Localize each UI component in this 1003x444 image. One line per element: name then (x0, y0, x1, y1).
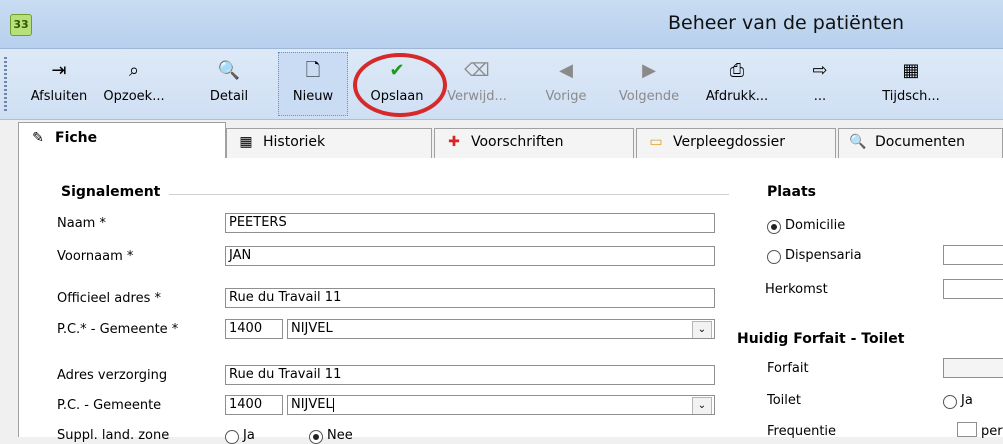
tab-label: Verpleegdossier (673, 134, 786, 150)
calendar-icon: ▦ (902, 60, 920, 81)
voornaam-label: Voornaam * (57, 249, 134, 264)
forfait-title: Huidig Forfait - Toilet (737, 331, 905, 347)
toolbar-button-label: Detail (209, 89, 249, 104)
chevron-down-icon[interactable]: ⌄ (692, 397, 712, 414)
toolbar-button-label: ... (813, 89, 827, 104)
toolbar-button-8[interactable]: ⎙ Afdrukk... (694, 53, 780, 117)
suppl-zone-label: Suppl. land. zone (57, 428, 170, 443)
eraser-icon: ⌫ (464, 60, 490, 81)
toolbar-button-3[interactable]: 🗋 Nieuw (278, 52, 348, 116)
dispensaria-label: Dispensaria (785, 248, 862, 263)
toolbar-button-1[interactable]: ⌕ Opzoek... (88, 53, 180, 117)
window-title: Beheer van de patiënten (668, 12, 905, 34)
toilet-label: Toilet (767, 393, 802, 408)
gemeente-verzorging-value: NIJVEL (291, 397, 333, 412)
printer-icon: ⎙ (729, 60, 745, 81)
edit-card-icon: ✎ (32, 130, 44, 146)
suppl-nee-radio[interactable] (309, 430, 323, 444)
toolbar-button-label: Nieuw (292, 89, 334, 104)
domicilie-radio[interactable] (767, 220, 781, 234)
folder-icon: ▭ (649, 134, 663, 150)
tab-strip: ✎ Fiche ▦ Historiek ✚ Voorschriften ▭ Verpleegd… (0, 120, 1003, 159)
adres-verzorging-input[interactable]: Rue du Travail 11 (225, 365, 715, 385)
frequentie-input[interactable] (957, 422, 977, 437)
binoculars-icon: ⌕ (128, 60, 140, 81)
tab-label: Voorschriften (471, 134, 564, 150)
toolbar-button-5[interactable]: ⌫ Verwijd... (442, 53, 512, 117)
toolbar-button-10[interactable]: ▦ Tijdsch... (862, 53, 960, 117)
gemeente-verzorging-select[interactable]: NIJVEL ⌄ (287, 395, 715, 415)
history-calendar-icon: ▦ (239, 134, 253, 150)
plaats-title: Plaats (767, 184, 816, 200)
herkomst-input[interactable] (943, 279, 1003, 299)
gemeente-select[interactable]: NIJVEL ⌄ (287, 319, 715, 339)
group-divider (169, 194, 729, 195)
medical-kit-icon: ✚ (448, 134, 460, 150)
text-caret (332, 397, 334, 412)
tab-4[interactable]: 🔍 Documenten (838, 128, 1003, 158)
toolbar: ⇥ Afsluiten ⌕ Opzoek... 🔍 Detail 🗋 Nieuw ✔ Opslaa… (0, 49, 1003, 120)
fiche-panel: Signalement Naam * PEETERS Voornaam * JA… (18, 158, 1003, 444)
toolbar-button-9[interactable]: ⇨... (784, 53, 856, 117)
tab-label: Fiche (55, 130, 98, 146)
arrow-right-icon: ▶ (642, 60, 656, 81)
officieel-adres-input[interactable]: Rue du Travail 11 (225, 288, 715, 308)
domicilie-label: Domicilie (785, 218, 846, 233)
gemeente-value: NIJVEL (291, 321, 333, 336)
toolbar-button-6[interactable]: ◀ Vorige (530, 53, 602, 117)
new-document-icon: 🗋 (305, 60, 321, 81)
tab-label: Documenten (875, 134, 966, 150)
forfait-label: Forfait (767, 361, 809, 376)
officieel-adres-label: Officieel adres * (57, 291, 161, 306)
toolbar-button-2[interactable]: 🔍 Detail (200, 53, 258, 117)
toilet-ja-label: Ja (961, 393, 973, 408)
toolbar-button-label: Opzoek... (103, 89, 165, 104)
toolbar-grip[interactable] (4, 57, 7, 113)
dispensaria-input[interactable] (943, 245, 1003, 265)
tab-2[interactable]: ✚ Voorschriften (434, 128, 634, 158)
suppl-ja-label: Ja (243, 428, 255, 443)
tab-1[interactable]: ▦ Historiek (226, 128, 432, 158)
toolbar-button-7[interactable]: ▶ Volgende (606, 53, 692, 117)
adres-verzorging-label: Adres verzorging (57, 368, 168, 383)
toolbar-button-label: Vorige (545, 89, 587, 104)
title-bar: 33 Beheer van de patiënten (0, 0, 1003, 49)
app-icon: 33 (10, 14, 32, 36)
postcode-input[interactable]: 1400 (225, 319, 283, 339)
toolbar-button-label: Volgende (618, 89, 680, 104)
pc-gemeente-verzorging-label: P.C. - Gemeente (57, 398, 162, 413)
suppl-ja-radio[interactable] (225, 430, 239, 444)
export-arrow-icon: ⇨ (812, 60, 828, 81)
arrow-left-icon: ◀ (559, 60, 573, 81)
herkomst-label: Herkomst (765, 282, 828, 297)
toolbar-button-label: Verwijd... (447, 89, 507, 104)
toolbar-button-label: Opslaan (370, 89, 424, 104)
tab-3[interactable]: ▭ Verpleegdossier (636, 128, 836, 158)
dispensaria-radio[interactable] (767, 250, 781, 264)
document-search-icon: 🔍 (849, 134, 867, 150)
magnifier-doc-icon: 🔍 (217, 60, 241, 81)
chevron-down-icon[interactable]: ⌄ (692, 321, 712, 338)
postcode-verzorging-input[interactable]: 1400 (225, 395, 283, 415)
naam-label: Naam * (57, 216, 106, 231)
toolbar-button-4[interactable]: ✔ Opslaan (352, 53, 442, 117)
forfait-input[interactable] (943, 358, 1003, 378)
tab-label: Historiek (263, 134, 326, 150)
toolbar-button-label: Afdrukk... (705, 89, 769, 104)
suppl-nee-label: Nee (327, 428, 353, 443)
voornaam-input[interactable]: JAN (225, 246, 715, 266)
toolbar-button-label: Tijdsch... (882, 89, 940, 104)
signalement-title: Signalement (61, 184, 161, 200)
toilet-ja-radio[interactable] (943, 395, 957, 409)
checkmark-icon: ✔ (389, 60, 405, 81)
tab-0[interactable]: ✎ Fiche (18, 122, 226, 159)
pc-gemeente-label: P.C.* - Gemeente * (57, 322, 179, 337)
naam-input[interactable]: PEETERS (225, 213, 715, 233)
